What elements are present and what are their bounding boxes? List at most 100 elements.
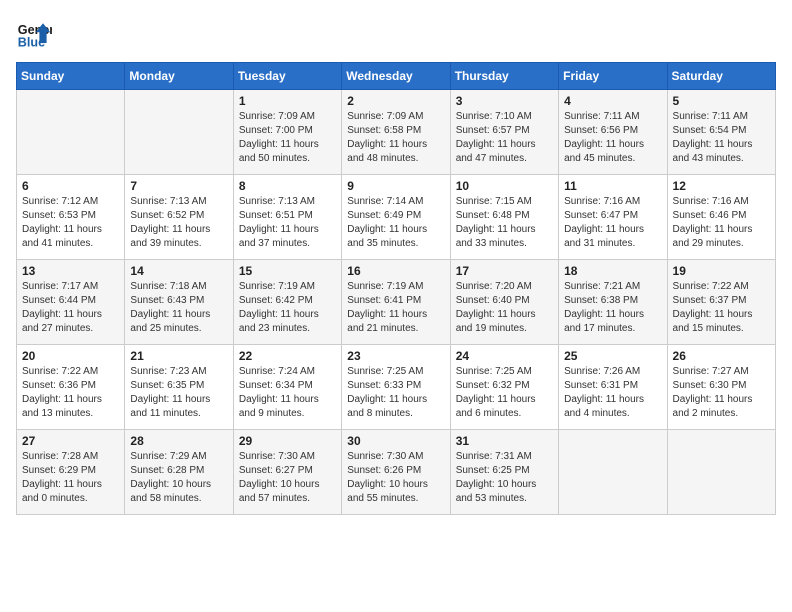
- day-number: 28: [130, 434, 227, 448]
- header-cell-wednesday: Wednesday: [342, 63, 450, 90]
- day-number: 3: [456, 94, 553, 108]
- calendar-cell: [559, 430, 667, 515]
- day-info: Sunrise: 7:11 AM Sunset: 6:54 PM Dayligh…: [673, 110, 770, 166]
- day-number: 4: [564, 94, 661, 108]
- calendar-cell: 23 Sunrise: 7:25 AM Sunset: 6:33 PM Dayli…: [342, 345, 450, 430]
- day-info: Sunrise: 7:27 AM Sunset: 6:30 PM Dayligh…: [673, 365, 770, 421]
- day-info: Sunrise: 7:22 AM Sunset: 6:36 PM Dayligh…: [22, 365, 119, 421]
- calendar-cell: 19 Sunrise: 7:22 AM Sunset: 6:37 PM Dayli…: [667, 260, 775, 345]
- page-header: General Blue: [16, 16, 776, 52]
- day-info: Sunrise: 7:21 AM Sunset: 6:38 PM Dayligh…: [564, 280, 661, 336]
- day-number: 21: [130, 349, 227, 363]
- day-info: Sunrise: 7:18 AM Sunset: 6:43 PM Dayligh…: [130, 280, 227, 336]
- day-info: Sunrise: 7:29 AM Sunset: 6:28 PM Dayligh…: [130, 450, 227, 506]
- day-number: 29: [239, 434, 336, 448]
- day-info: Sunrise: 7:24 AM Sunset: 6:34 PM Dayligh…: [239, 365, 336, 421]
- day-info: Sunrise: 7:25 AM Sunset: 6:32 PM Dayligh…: [456, 365, 553, 421]
- calendar-cell: 27Sunrise: 7:28 AM Sunset: 6:29 PM Dayli…: [17, 430, 125, 515]
- day-number: 25: [564, 349, 661, 363]
- day-number: 14: [130, 264, 227, 278]
- day-info: Sunrise: 7:22 AM Sunset: 6:37 PM Dayligh…: [673, 280, 770, 336]
- day-number: 7: [130, 179, 227, 193]
- day-info: Sunrise: 7:12 AM Sunset: 6:53 PM Dayligh…: [22, 195, 119, 251]
- day-info: Sunrise: 7:16 AM Sunset: 6:46 PM Dayligh…: [673, 195, 770, 251]
- calendar-cell: 1 Sunrise: 7:09 AM Sunset: 7:00 PM Daylig…: [233, 90, 341, 175]
- day-number: 10: [456, 179, 553, 193]
- logo: General Blue: [16, 16, 52, 52]
- day-number: 12: [673, 179, 770, 193]
- calendar-cell: 16Sunrise: 7:19 AM Sunset: 6:41 PM Dayli…: [342, 260, 450, 345]
- calendar-cell: 20 Sunrise: 7:22 AM Sunset: 6:36 PM Dayli…: [17, 345, 125, 430]
- day-number: 15: [239, 264, 336, 278]
- day-info: Sunrise: 7:26 AM Sunset: 6:31 PM Dayligh…: [564, 365, 661, 421]
- calendar-cell: 12 Sunrise: 7:16 AM Sunset: 6:46 PM Dayli…: [667, 175, 775, 260]
- calendar-cell: [667, 430, 775, 515]
- calendar-cell: [17, 90, 125, 175]
- week-row-5: 27Sunrise: 7:28 AM Sunset: 6:29 PM Dayli…: [17, 430, 776, 515]
- calendar-cell: 31 Sunrise: 7:31 AM Sunset: 6:25 PM Dayli…: [450, 430, 558, 515]
- day-info: Sunrise: 7:17 AM Sunset: 6:44 PM Dayligh…: [22, 280, 119, 336]
- day-info: Sunrise: 7:30 AM Sunset: 6:26 PM Dayligh…: [347, 450, 444, 506]
- day-number: 2: [347, 94, 444, 108]
- day-info: Sunrise: 7:19 AM Sunset: 6:42 PM Dayligh…: [239, 280, 336, 336]
- calendar-cell: [125, 90, 233, 175]
- calendar-cell: 9 Sunrise: 7:14 AM Sunset: 6:49 PM Daylig…: [342, 175, 450, 260]
- calendar-cell: 24Sunrise: 7:25 AM Sunset: 6:32 PM Dayli…: [450, 345, 558, 430]
- day-number: 19: [673, 264, 770, 278]
- calendar-cell: 28 Sunrise: 7:29 AM Sunset: 6:28 PM Dayli…: [125, 430, 233, 515]
- calendar-cell: 15 Sunrise: 7:19 AM Sunset: 6:42 PM Dayli…: [233, 260, 341, 345]
- calendar-body: 1 Sunrise: 7:09 AM Sunset: 7:00 PM Daylig…: [17, 90, 776, 515]
- day-number: 1: [239, 94, 336, 108]
- calendar-cell: 2 Sunrise: 7:09 AM Sunset: 6:58 PM Daylig…: [342, 90, 450, 175]
- calendar-cell: 14 Sunrise: 7:18 AM Sunset: 6:43 PM Dayli…: [125, 260, 233, 345]
- calendar-cell: 8 Sunrise: 7:13 AM Sunset: 6:51 PM Daylig…: [233, 175, 341, 260]
- day-number: 8: [239, 179, 336, 193]
- day-number: 6: [22, 179, 119, 193]
- calendar-cell: 11Sunrise: 7:16 AM Sunset: 6:47 PM Dayli…: [559, 175, 667, 260]
- week-row-4: 20 Sunrise: 7:22 AM Sunset: 6:36 PM Dayli…: [17, 345, 776, 430]
- week-row-2: 6 Sunrise: 7:12 AM Sunset: 6:53 PM Daylig…: [17, 175, 776, 260]
- header-cell-sunday: Sunday: [17, 63, 125, 90]
- day-info: Sunrise: 7:13 AM Sunset: 6:52 PM Dayligh…: [130, 195, 227, 251]
- day-info: Sunrise: 7:09 AM Sunset: 6:58 PM Dayligh…: [347, 110, 444, 166]
- calendar-cell: 26 Sunrise: 7:27 AM Sunset: 6:30 PM Dayli…: [667, 345, 775, 430]
- calendar-cell: 30 Sunrise: 7:30 AM Sunset: 6:26 PM Dayli…: [342, 430, 450, 515]
- header-cell-tuesday: Tuesday: [233, 63, 341, 90]
- day-info: Sunrise: 7:30 AM Sunset: 6:27 PM Dayligh…: [239, 450, 336, 506]
- calendar-cell: 17Sunrise: 7:20 AM Sunset: 6:40 PM Dayli…: [450, 260, 558, 345]
- calendar-cell: 5Sunrise: 7:11 AM Sunset: 6:54 PM Daylig…: [667, 90, 775, 175]
- header-cell-saturday: Saturday: [667, 63, 775, 90]
- day-info: Sunrise: 7:13 AM Sunset: 6:51 PM Dayligh…: [239, 195, 336, 251]
- calendar-table: SundayMondayTuesdayWednesdayThursdayFrid…: [16, 62, 776, 515]
- calendar-cell: 4 Sunrise: 7:11 AM Sunset: 6:56 PM Daylig…: [559, 90, 667, 175]
- calendar-cell: 13 Sunrise: 7:17 AM Sunset: 6:44 PM Dayli…: [17, 260, 125, 345]
- logo-icon: General Blue: [16, 16, 52, 52]
- week-row-3: 13 Sunrise: 7:17 AM Sunset: 6:44 PM Dayli…: [17, 260, 776, 345]
- day-number: 20: [22, 349, 119, 363]
- header-cell-monday: Monday: [125, 63, 233, 90]
- day-info: Sunrise: 7:14 AM Sunset: 6:49 PM Dayligh…: [347, 195, 444, 251]
- day-info: Sunrise: 7:28 AM Sunset: 6:29 PM Dayligh…: [22, 450, 119, 506]
- header-row: SundayMondayTuesdayWednesdayThursdayFrid…: [17, 63, 776, 90]
- day-number: 18: [564, 264, 661, 278]
- day-number: 26: [673, 349, 770, 363]
- day-number: 11: [564, 179, 661, 193]
- header-cell-thursday: Thursday: [450, 63, 558, 90]
- day-number: 9: [347, 179, 444, 193]
- day-number: 17: [456, 264, 553, 278]
- calendar-cell: 18 Sunrise: 7:21 AM Sunset: 6:38 PM Dayli…: [559, 260, 667, 345]
- calendar-cell: 6 Sunrise: 7:12 AM Sunset: 6:53 PM Daylig…: [17, 175, 125, 260]
- day-info: Sunrise: 7:09 AM Sunset: 7:00 PM Dayligh…: [239, 110, 336, 166]
- day-number: 30: [347, 434, 444, 448]
- day-info: Sunrise: 7:31 AM Sunset: 6:25 PM Dayligh…: [456, 450, 553, 506]
- calendar-cell: 21Sunrise: 7:23 AM Sunset: 6:35 PM Dayli…: [125, 345, 233, 430]
- day-number: 23: [347, 349, 444, 363]
- calendar-cell: 3Sunrise: 7:10 AM Sunset: 6:57 PM Daylig…: [450, 90, 558, 175]
- day-info: Sunrise: 7:11 AM Sunset: 6:56 PM Dayligh…: [564, 110, 661, 166]
- day-info: Sunrise: 7:19 AM Sunset: 6:41 PM Dayligh…: [347, 280, 444, 336]
- calendar-cell: 22Sunrise: 7:24 AM Sunset: 6:34 PM Dayli…: [233, 345, 341, 430]
- day-number: 31: [456, 434, 553, 448]
- day-info: Sunrise: 7:25 AM Sunset: 6:33 PM Dayligh…: [347, 365, 444, 421]
- calendar-cell: 7 Sunrise: 7:13 AM Sunset: 6:52 PM Daylig…: [125, 175, 233, 260]
- day-number: 13: [22, 264, 119, 278]
